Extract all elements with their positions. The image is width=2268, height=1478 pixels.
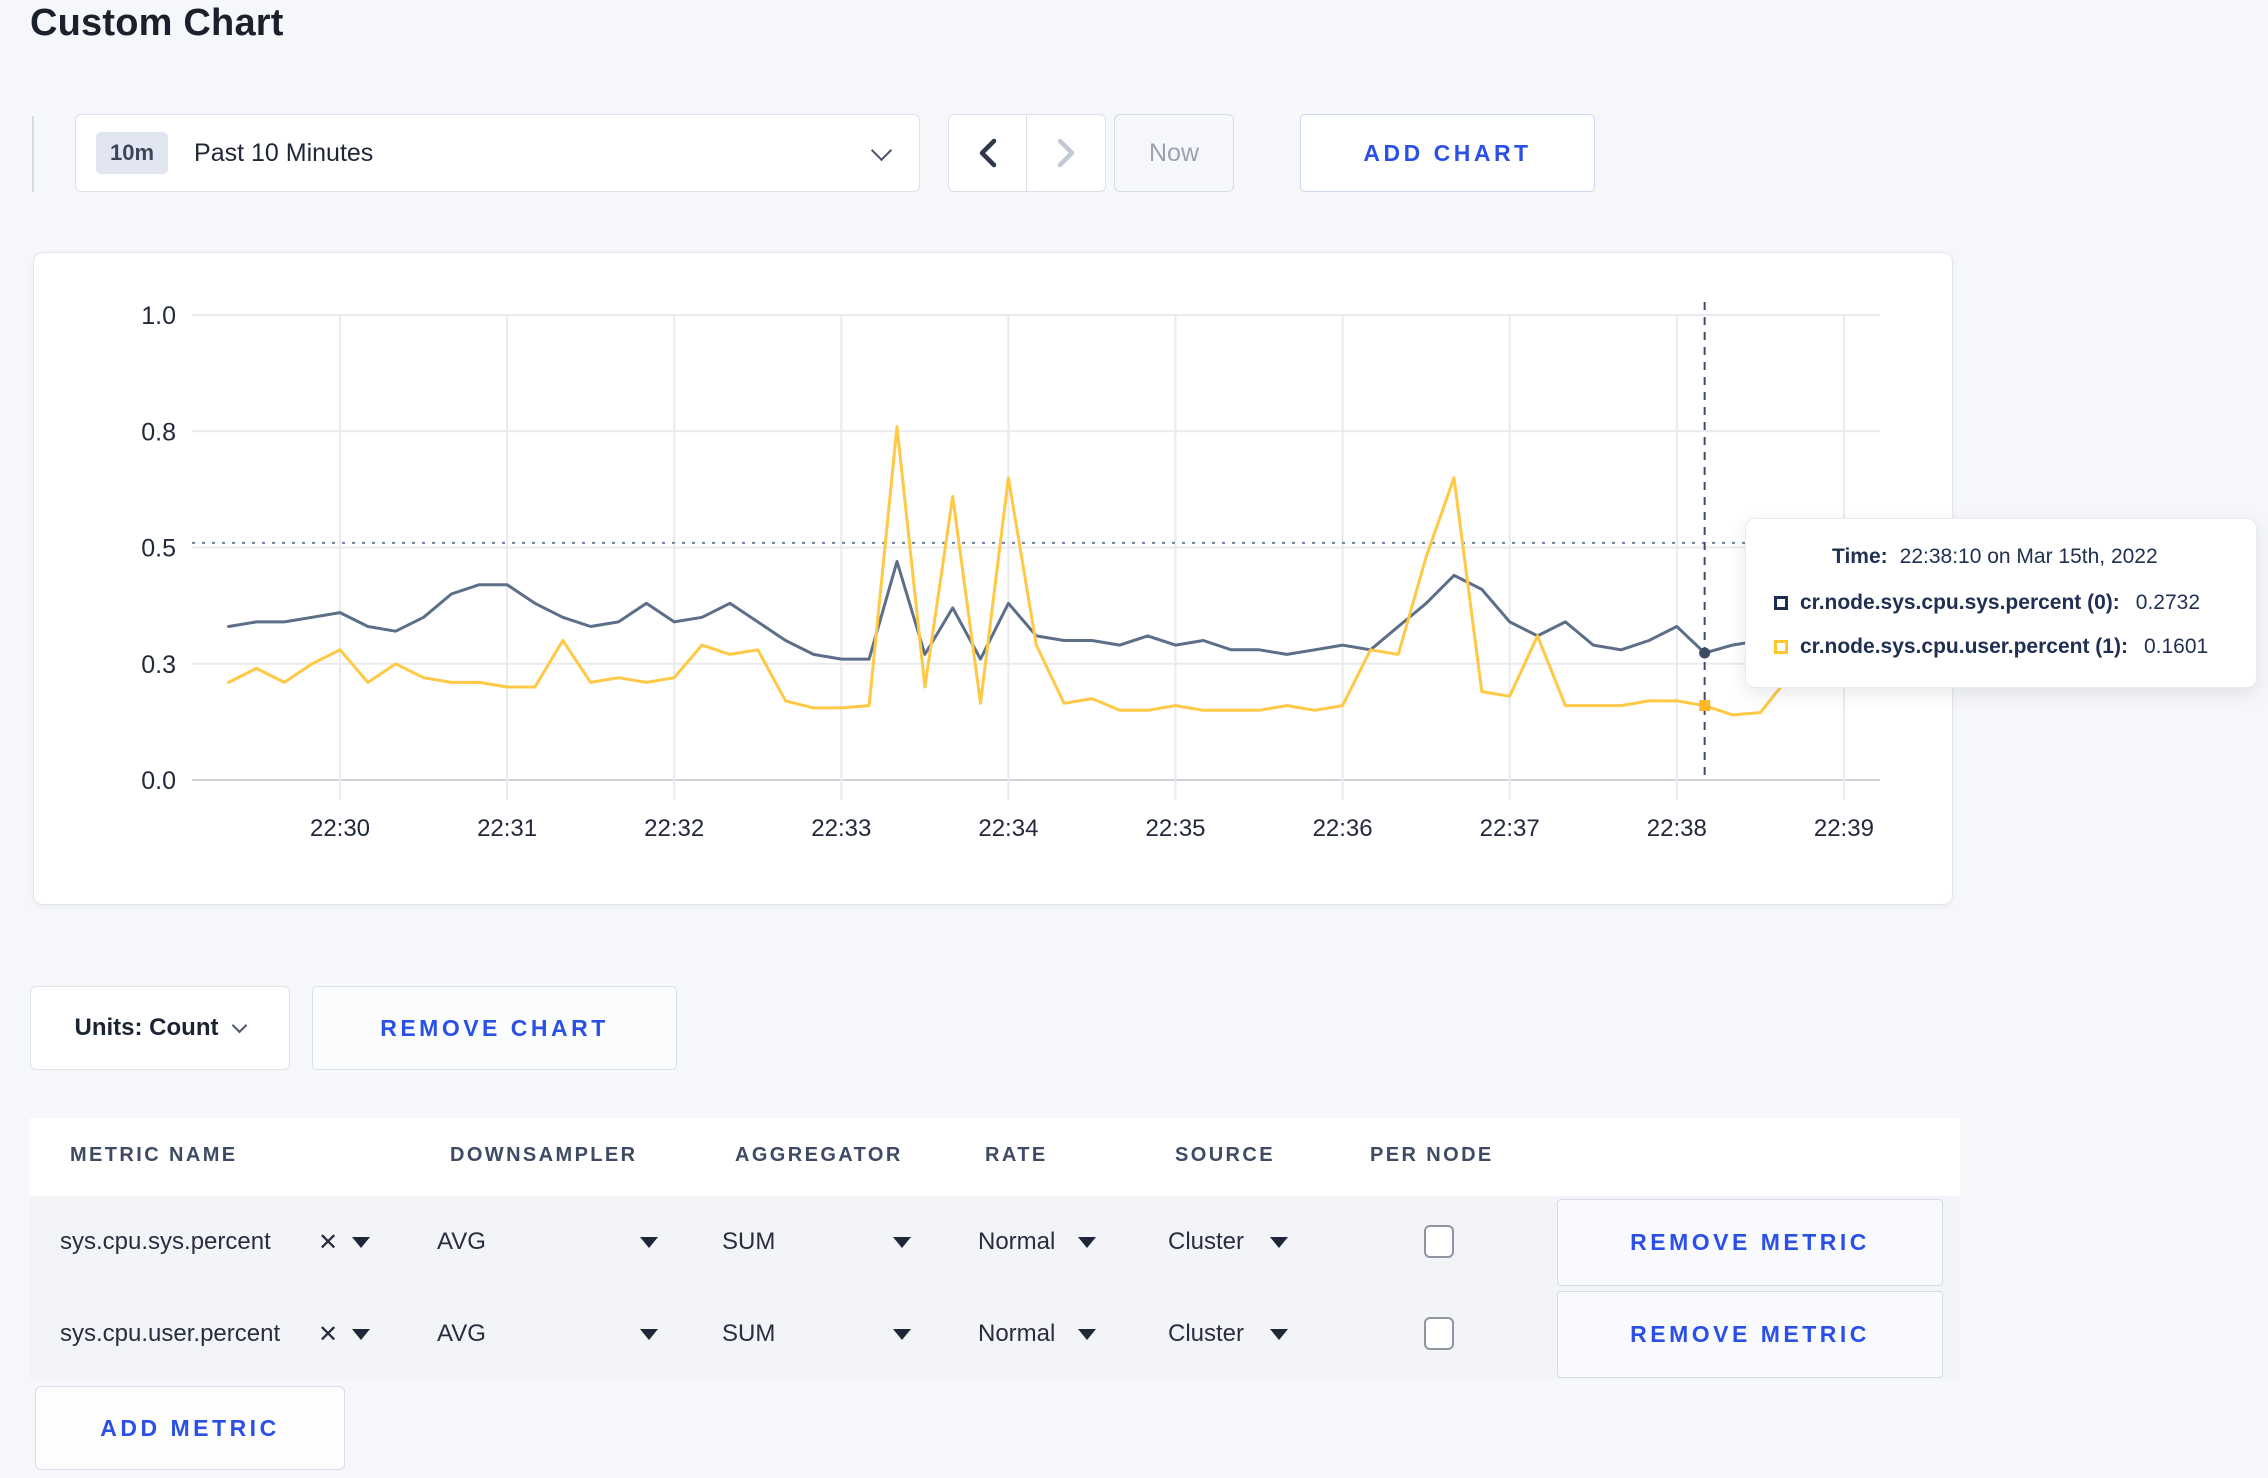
rate-select[interactable]: Normal: [978, 1196, 1055, 1288]
custom-chart-page: Custom Chart 10m Past 10 Minutes Now ADD…: [0, 0, 2268, 1478]
metric-name-select[interactable]: sys.cpu.sys.percent: [60, 1196, 271, 1288]
series-line-sys: [227, 560, 1874, 661]
tooltip-series-label: cr.node.sys.cpu.user.percent (1):: [1800, 635, 2128, 658]
tooltip-time-label: Time:: [1832, 545, 1888, 568]
tooltip-series-value: 0.1601: [2143, 635, 2209, 658]
x-tick-label: 22:35: [1145, 815, 1205, 842]
tooltip-series-row: cr.node.sys.cpu.sys.percent (0): 0.2732: [1774, 591, 2228, 615]
downsampler-select[interactable]: AVG: [437, 1288, 486, 1380]
remove-chart-button[interactable]: REMOVE CHART: [312, 986, 677, 1070]
hover-marker-user: [1699, 700, 1711, 712]
units-label: Units: Count: [74, 1014, 219, 1041]
chart-tooltip: Time: 22:38:10 on Mar 15th, 2022 cr.node.…: [1745, 518, 2257, 688]
remove-metric-button[interactable]: REMOVE METRIC: [1557, 1291, 1943, 1378]
x-tick-label: 22:30: [310, 815, 370, 842]
source-select[interactable]: Cluster: [1168, 1288, 1244, 1380]
chevron-down-icon: [870, 139, 893, 161]
tooltip-series-row: cr.node.sys.cpu.user.percent (1): 0.1601: [1774, 635, 2228, 659]
caret-down-icon[interactable]: [640, 1328, 658, 1340]
col-header-metric-name: METRIC NAME: [70, 1144, 238, 1166]
series-line-user: [227, 425, 1874, 717]
caret-down-icon[interactable]: [1078, 1328, 1096, 1340]
per-node-checkbox[interactable]: [1424, 1317, 1454, 1350]
col-header-per-node: PER NODE: [1370, 1144, 1494, 1166]
metric-row: sys.cpu.sys.percent ✕ AVG SUM Normal Clu…: [30, 1196, 1960, 1288]
caret-down-icon[interactable]: [1270, 1236, 1288, 1248]
caret-down-icon[interactable]: [640, 1236, 658, 1248]
x-tick-label: 22:39: [1814, 815, 1874, 842]
prev-range-button[interactable]: [948, 114, 1027, 192]
y-tick-label: 0.3: [141, 651, 176, 679]
y-tick-label: 1.0: [141, 302, 176, 330]
toolbar-divider: [32, 116, 34, 192]
chevron-right-icon: [1057, 138, 1075, 168]
caret-down-icon[interactable]: [893, 1236, 911, 1248]
col-header-rate: RATE: [985, 1144, 1048, 1166]
x-tick-label: 22:34: [978, 815, 1038, 842]
x-tick-label: 22:37: [1480, 815, 1540, 842]
caret-down-icon[interactable]: [1270, 1328, 1288, 1340]
source-select[interactable]: Cluster: [1168, 1196, 1244, 1288]
series-sys-swatch-icon: [1774, 596, 1788, 610]
x-tick-label: 22:32: [644, 815, 704, 842]
metric-row: sys.cpu.user.percent ✕ AVG SUM Normal Cl…: [30, 1288, 1960, 1380]
time-range-select[interactable]: 10m Past 10 Minutes: [75, 114, 920, 192]
page-title: Custom Chart: [30, 2, 284, 44]
downsampler-select[interactable]: AVG: [437, 1196, 486, 1288]
x-tick-label: 22:38: [1647, 815, 1707, 842]
aggregator-select[interactable]: SUM: [722, 1196, 775, 1288]
y-tick-label: 0.5: [141, 535, 176, 563]
tooltip-time: Time: 22:38:10 on Mar 15th, 2022: [1774, 545, 2228, 569]
now-button[interactable]: Now: [1114, 114, 1234, 192]
rate-select[interactable]: Normal: [978, 1288, 1055, 1380]
col-header-source: SOURCE: [1175, 1144, 1275, 1166]
metrics-table-header: METRIC NAME DOWNSAMPLER AGGREGATOR RATE …: [30, 1118, 1960, 1196]
next-range-button[interactable]: [1027, 114, 1106, 192]
x-tick-label: 22:31: [477, 815, 537, 842]
time-range-badge: 10m: [96, 132, 169, 174]
x-tick-label: 22:36: [1313, 815, 1373, 842]
hover-marker-sys: [1699, 647, 1711, 659]
x-tick-label: 22:33: [811, 815, 871, 842]
tooltip-series-label: cr.node.sys.cpu.sys.percent (0):: [1800, 591, 2120, 614]
y-tick-label: 0.0: [141, 767, 176, 795]
chevron-left-icon: [979, 138, 996, 168]
remove-metric-button[interactable]: REMOVE METRIC: [1557, 1199, 1943, 1286]
col-header-aggregator: AGGREGATOR: [735, 1144, 903, 1166]
caret-down-icon[interactable]: [352, 1328, 370, 1340]
add-metric-button[interactable]: ADD METRIC: [35, 1386, 345, 1470]
timeseries-chart[interactable]: 1.0 0.8 0.5 0.3 0.0 22:30 22:31 22:32 22:33 22:34…: [33, 252, 1953, 905]
col-header-downsampler: DOWNSAMPLER: [450, 1144, 638, 1166]
caret-down-icon[interactable]: [352, 1236, 370, 1248]
clear-metric-icon[interactable]: ✕: [318, 1196, 338, 1288]
per-node-checkbox[interactable]: [1424, 1225, 1454, 1258]
metric-name-select[interactable]: sys.cpu.user.percent: [60, 1288, 280, 1380]
units-select[interactable]: Units: Count: [30, 986, 290, 1070]
aggregator-select[interactable]: SUM: [722, 1288, 775, 1380]
add-chart-button[interactable]: ADD CHART: [1300, 114, 1595, 192]
time-range-label: Past 10 Minutes: [194, 138, 374, 167]
caret-down-icon[interactable]: [893, 1328, 911, 1340]
caret-down-icon[interactable]: [1078, 1236, 1096, 1248]
chevron-down-icon: [232, 1017, 248, 1033]
series-user-swatch-icon: [1774, 640, 1788, 654]
tooltip-series-value: 0.2732: [2135, 591, 2201, 614]
clear-metric-icon[interactable]: ✕: [318, 1288, 338, 1380]
y-tick-label: 0.8: [141, 418, 176, 446]
time-pager: [948, 114, 1106, 192]
tooltip-time-value: 22:38:10 on Mar 15th, 2022: [1899, 545, 2158, 568]
